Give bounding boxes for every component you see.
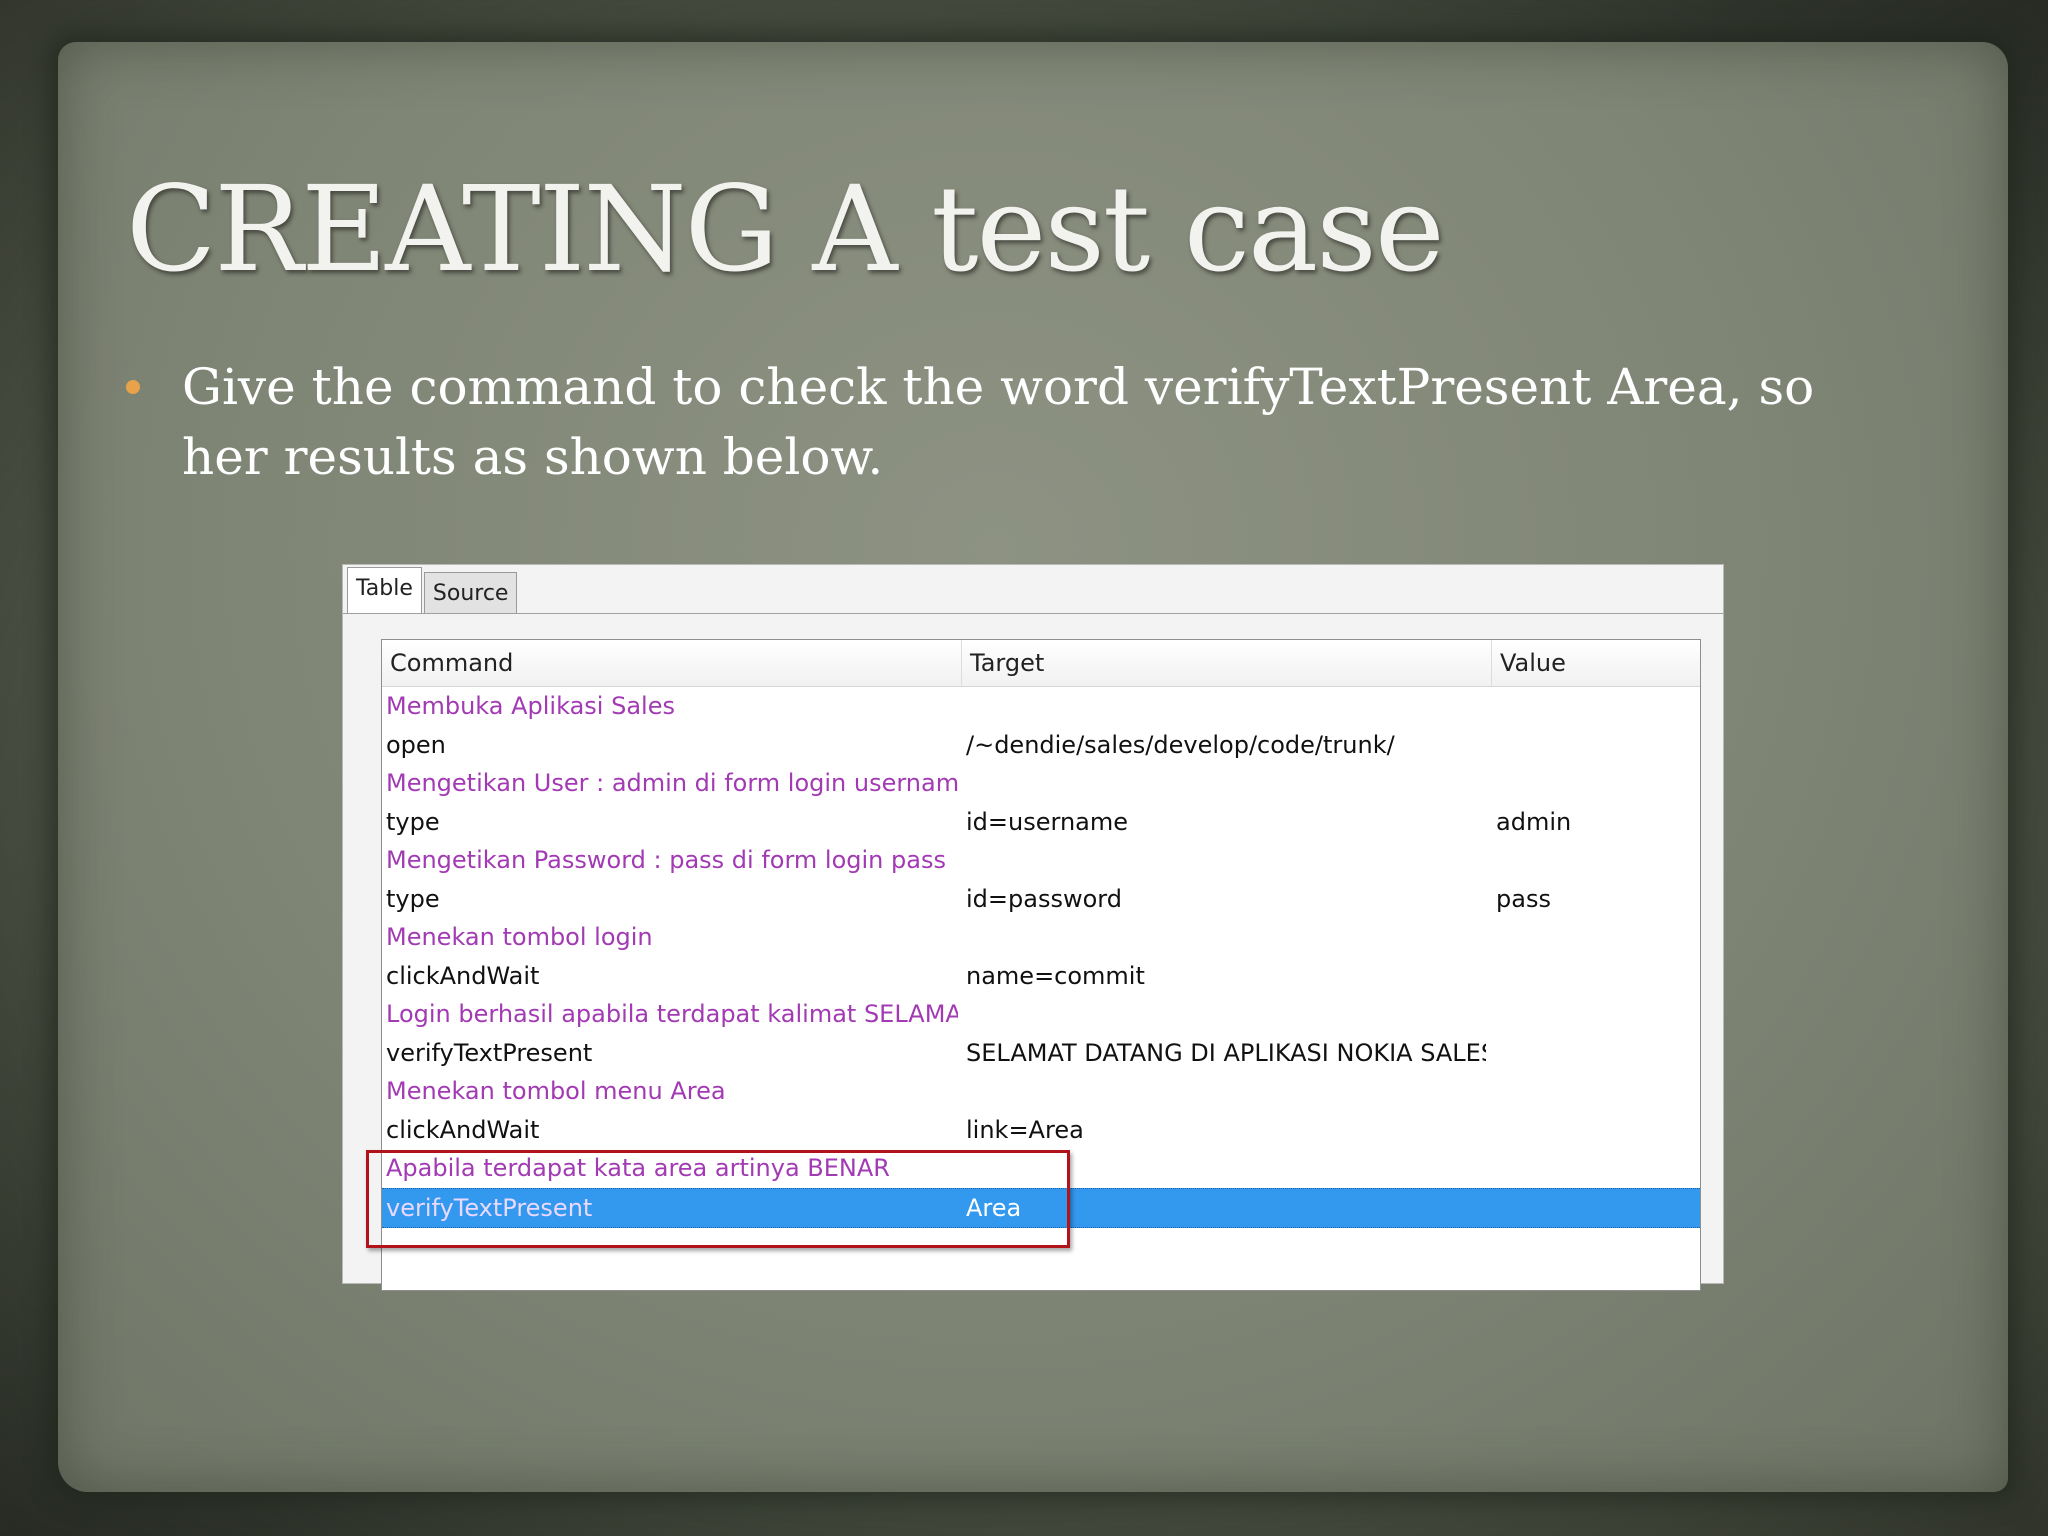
table-row[interactable]: verifyTextPresent SELAMAT DATANG DI APLIK… <box>382 1034 1700 1073</box>
table-body: Membuka Aplikasi Sales open /~dendie/sales… <box>382 687 1700 1228</box>
cell-command: Mengetikan Password : pass di form login… <box>386 846 946 874</box>
cell-command: Mengetikan User : admin di form login us… <box>386 769 958 797</box>
column-header-command[interactable]: Command <box>382 640 962 686</box>
cell-command: clickAndWait <box>386 1115 540 1144</box>
cell-command: open <box>386 730 446 759</box>
slide-title: CREATING A test case <box>126 160 1445 298</box>
table-header: Command Target Value <box>382 640 1700 687</box>
cell-target: SELAMAT DATANG DI APLIKASI NOKIA SALES <box>966 1038 1486 1067</box>
cell-command: type <box>386 884 440 913</box>
cell-target: link=Area <box>966 1115 1084 1144</box>
table-row[interactable]: clickAndWait name=commit <box>382 957 1700 996</box>
table-row[interactable]: clickAndWait link=Area <box>382 1111 1700 1150</box>
tab-bar: Table Source <box>347 567 519 614</box>
tab-source[interactable]: Source <box>423 572 518 613</box>
table-row[interactable]: type id=password pass <box>382 880 1700 919</box>
cell-target: id=username <box>966 807 1128 836</box>
cell-value: pass <box>1496 884 1551 913</box>
table-row[interactable]: Mengetikan User : admin di form login us… <box>382 764 1700 803</box>
cell-command: Membuka Aplikasi Sales <box>386 692 675 720</box>
cell-command: verifyTextPresent <box>386 1193 593 1222</box>
table-row[interactable]: Menekan tombol menu Area <box>382 1072 1700 1111</box>
cell-command: Login berhasil apabila terdapat kalimat … <box>386 1000 958 1028</box>
table-row[interactable]: Menekan tombol login <box>382 918 1700 957</box>
table-row[interactable]: Mengetikan Password : pass di form login… <box>382 841 1700 880</box>
command-table: Command Target Value Membuka Aplikasi Sa… <box>381 639 1701 1291</box>
cell-command: clickAndWait <box>386 961 540 990</box>
table-row[interactable]: type id=username admin <box>382 803 1700 842</box>
cell-target: name=commit <box>966 961 1145 990</box>
cell-command: Menekan tombol login <box>386 923 653 951</box>
cell-target: id=password <box>966 884 1122 913</box>
table-row[interactable]: Apabila terdapat kata area artinya BENAR <box>382 1149 1700 1188</box>
cell-target: Area <box>966 1193 1022 1222</box>
table-row[interactable]: Membuka Aplikasi Sales <box>382 687 1700 726</box>
cell-command: type <box>386 807 440 836</box>
bullet-text: Give the command to check the word verif… <box>182 358 1815 486</box>
cell-command: Menekan tombol menu Area <box>386 1077 726 1105</box>
column-header-target[interactable]: Target <box>962 640 1492 686</box>
cell-value: admin <box>1496 807 1572 836</box>
cell-command: verifyTextPresent <box>386 1038 593 1067</box>
table-row[interactable]: open /~dendie/sales/develop/code/trunk/ <box>382 726 1700 765</box>
bullet-dot-icon <box>126 380 140 394</box>
bullet-point: Give the command to check the word verif… <box>126 352 1906 492</box>
table-row[interactable]: Login berhasil apabila terdapat kalimat … <box>382 995 1700 1034</box>
cell-command: Apabila terdapat kata area artinya BENAR <box>386 1154 890 1182</box>
tab-divider <box>343 613 1723 614</box>
table-row[interactable]: verifyTextPresent Area <box>382 1187 1700 1228</box>
cell-target: /~dendie/sales/develop/code/trunk/ <box>966 730 1395 759</box>
selenium-ide-screenshot: Table Source Command Target Value Membuk… <box>342 564 1724 1291</box>
tab-table[interactable]: Table <box>347 567 422 614</box>
column-header-value[interactable]: Value <box>1492 640 1700 686</box>
